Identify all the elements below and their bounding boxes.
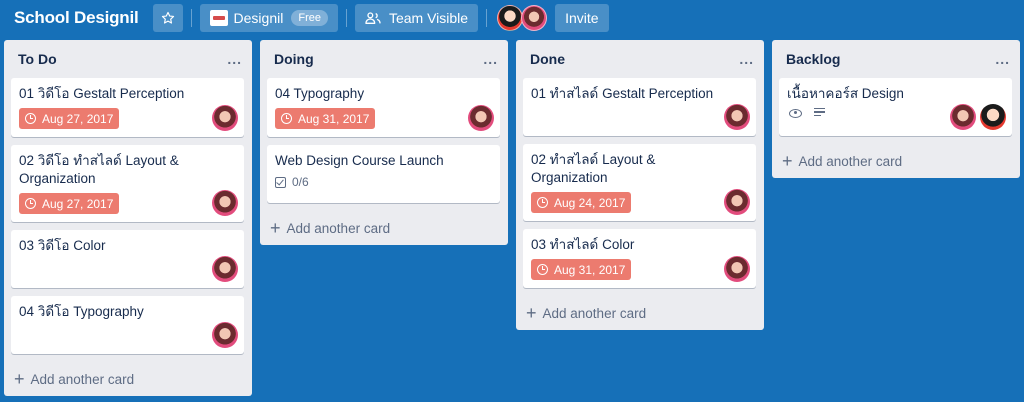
invite-label: Invite (565, 10, 599, 26)
list-header: To Do ... (4, 40, 252, 78)
star-icon (161, 11, 174, 24)
card-member-avatar[interactable] (468, 105, 494, 131)
due-date-badge[interactable]: Aug 31, 2017 (531, 259, 632, 280)
visibility-label: Team Visible (388, 10, 469, 26)
board-header: School Designil Designil Free Team Visib… (0, 0, 1024, 36)
list-menu-icon[interactable]: ... (227, 51, 242, 67)
card[interactable]: Web Design Course Launch 0/6 (267, 145, 500, 203)
card-title: Web Design Course Launch (275, 153, 444, 168)
header-divider (486, 9, 488, 27)
add-card-label: Add another card (30, 371, 135, 387)
board-members (497, 5, 548, 31)
star-board-button[interactable] (152, 4, 183, 32)
list-header: Backlog ... (772, 40, 1020, 78)
clock-icon (537, 264, 548, 275)
due-date: Aug 27, 2017 (42, 196, 114, 211)
plus-icon: + (526, 303, 537, 323)
card-member-avatar[interactable] (212, 256, 238, 282)
card-member-avatar[interactable] (950, 104, 976, 130)
watch-icon (789, 108, 802, 118)
card-member-avatar[interactable] (724, 104, 750, 130)
list-title[interactable]: Done (530, 51, 565, 67)
list-todo: To Do ... 01 วิดีโอ Gestalt Perception A… (4, 40, 252, 396)
due-date: Aug 24, 2017 (554, 195, 626, 210)
checklist-icon (275, 176, 286, 188)
add-card-button[interactable]: + Add another card (4, 362, 252, 396)
card-title: 01 ทำสไลด์ Gestalt Perception (531, 86, 714, 101)
card[interactable]: เนื้อหาคอร์ส Design (779, 78, 1012, 136)
clock-icon (281, 113, 292, 124)
card-member-avatar[interactable] (212, 322, 238, 348)
list-backlog: Backlog ... เนื้อหาคอร์ส Design + Add an… (772, 40, 1020, 178)
plus-icon: + (270, 218, 281, 238)
invite-button[interactable]: Invite (555, 4, 609, 32)
description-icon (814, 108, 825, 118)
due-date-badge[interactable]: Aug 27, 2017 (19, 108, 120, 129)
header-divider (345, 9, 347, 27)
card[interactable]: 01 วิดีโอ Gestalt Perception Aug 27, 201… (11, 78, 244, 137)
due-date: Aug 31, 2017 (298, 111, 370, 126)
due-date-badge[interactable]: Aug 27, 2017 (19, 193, 120, 214)
visibility-button[interactable]: Team Visible (354, 4, 479, 32)
list-title[interactable]: To Do (18, 51, 57, 67)
add-card-label: Add another card (542, 305, 647, 321)
card-title: 04 วิดีโอ Typography (19, 304, 144, 319)
list-done: Done ... 01 ทำสไลด์ Gestalt Perception 0… (516, 40, 764, 330)
card-member-avatar[interactable] (980, 104, 1006, 130)
clock-icon (537, 197, 548, 208)
add-card-button[interactable]: + Add another card (260, 211, 508, 245)
checklist-count: 0/6 (292, 175, 309, 189)
card-title: 03 ทำสไลด์ Color (531, 237, 635, 252)
list-header: Doing ... (260, 40, 508, 78)
list-doing: Doing ... 04 Typography Aug 31, 2017 Web… (260, 40, 508, 245)
card[interactable]: 02 วิดีโอ ทำสไลด์ Layout & Organization … (11, 145, 244, 222)
card-title: 03 วิดีโอ Color (19, 238, 106, 253)
card[interactable]: 03 ทำสไลด์ Color Aug 31, 2017 (523, 229, 756, 288)
team-visible-icon (365, 12, 381, 25)
list-menu-icon[interactable]: ... (995, 51, 1010, 67)
team-button[interactable]: Designil Free (199, 4, 338, 32)
due-date-badge[interactable]: Aug 24, 2017 (531, 192, 632, 213)
plus-icon: + (782, 151, 793, 171)
card-member-avatar[interactable] (724, 256, 750, 282)
due-date-badge[interactable]: Aug 31, 2017 (275, 108, 376, 129)
card-title: 02 ทำสไลด์ Layout & Organization (531, 152, 656, 185)
due-date: Aug 31, 2017 (554, 262, 626, 277)
card-member-avatar[interactable] (212, 190, 238, 216)
card-member-avatar[interactable] (212, 105, 238, 131)
team-logo-icon (209, 10, 228, 26)
list-title[interactable]: Backlog (786, 51, 840, 67)
header-divider (190, 9, 192, 27)
add-card-button[interactable]: + Add another card (772, 144, 1020, 178)
due-date: Aug 27, 2017 (42, 111, 114, 126)
card-member-avatar[interactable] (724, 189, 750, 215)
card[interactable]: 04 วิดีโอ Typography (11, 296, 244, 354)
card-title: 01 วิดีโอ Gestalt Perception (19, 86, 185, 101)
add-card-label: Add another card (798, 153, 903, 169)
card[interactable]: 02 ทำสไลด์ Layout & Organization Aug 24,… (523, 144, 756, 221)
list-menu-icon[interactable]: ... (483, 51, 498, 67)
card-title: 04 Typography (275, 86, 365, 101)
list-menu-icon[interactable]: ... (739, 51, 754, 67)
list-title[interactable]: Doing (274, 51, 314, 67)
plus-icon: + (14, 369, 25, 389)
clock-icon (25, 198, 36, 209)
card[interactable]: 03 วิดีโอ Color (11, 230, 244, 288)
card-title: 02 วิดีโอ ทำสไลด์ Layout & Organization (19, 153, 179, 186)
team-name: Designil (233, 10, 284, 26)
list-header: Done ... (516, 40, 764, 78)
card-badges: 0/6 (275, 175, 492, 189)
board-title[interactable]: School Designil (14, 8, 139, 28)
clock-icon (25, 113, 36, 124)
member-avatar[interactable] (521, 5, 548, 31)
plan-badge: Free (291, 10, 328, 26)
card[interactable]: 01 ทำสไลด์ Gestalt Perception (523, 78, 756, 136)
add-card-label: Add another card (286, 220, 391, 236)
card[interactable]: 04 Typography Aug 31, 2017 (267, 78, 500, 137)
add-card-button[interactable]: + Add another card (516, 296, 764, 330)
card-title: เนื้อหาคอร์ส Design (787, 86, 904, 101)
member-avatar[interactable] (497, 5, 524, 31)
